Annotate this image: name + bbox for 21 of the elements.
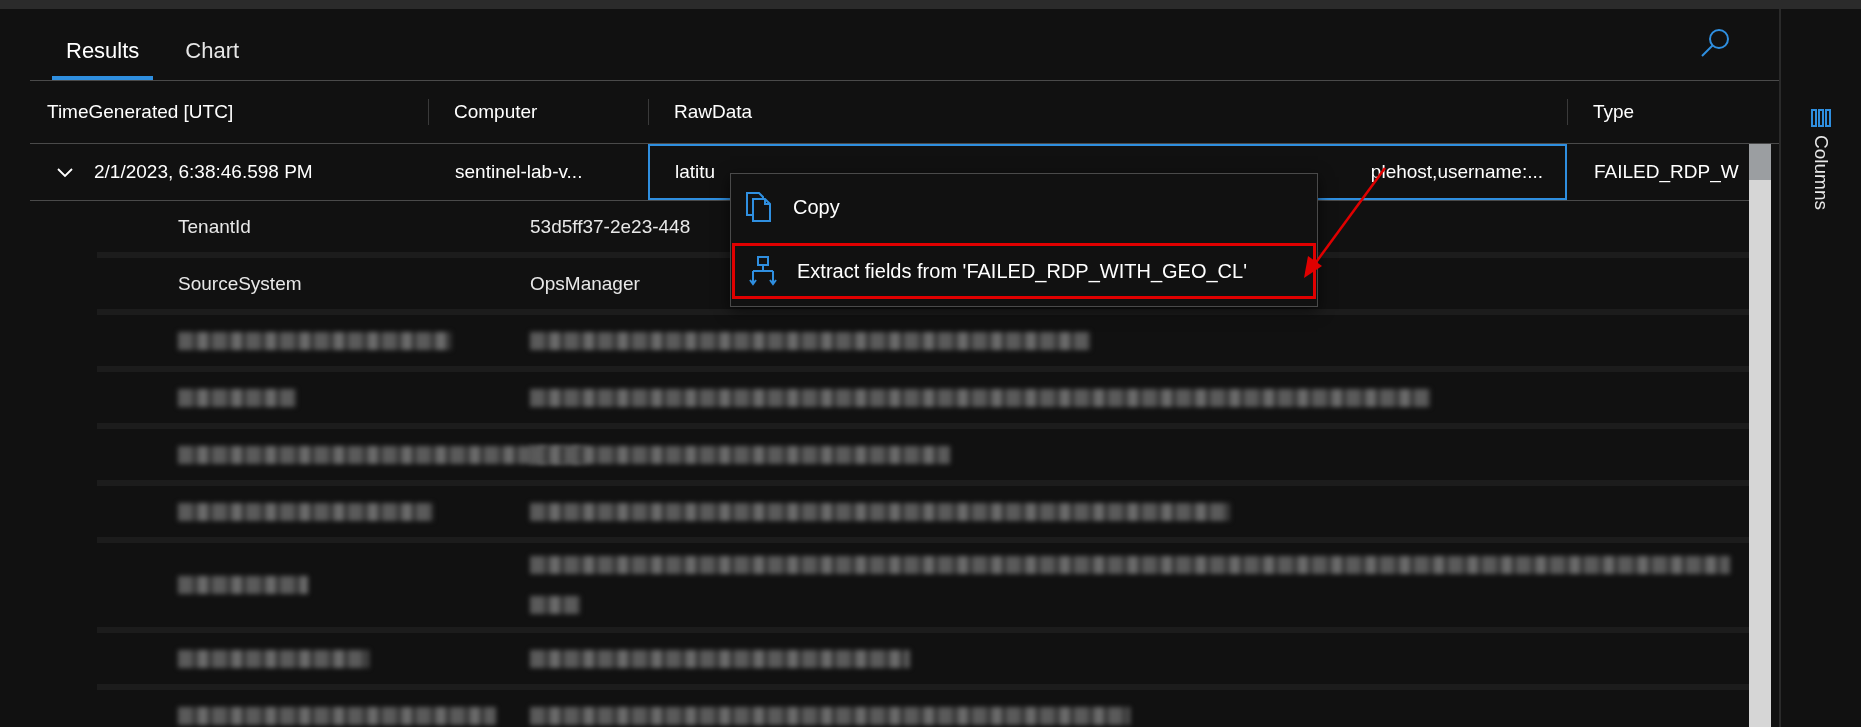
table-cell-text: FAILED_RDP_W: [1593, 160, 1740, 185]
scrollbar[interactable]: [1749, 144, 1771, 727]
blurred-text: [530, 596, 580, 614]
hierarchy-icon: [749, 256, 777, 286]
columns-label[interactable]: Columns: [1810, 135, 1832, 210]
table-cell-text: sentinel-lab-v...: [454, 160, 584, 184]
menu-item[interactable]: Extract fields from 'FAILED_RDP_WITH_GEO_CL': [735, 246, 1313, 296]
column-header[interactable]: RawData: [648, 99, 1567, 125]
tab[interactable]: Chart: [171, 38, 254, 80]
column-header[interactable]: Type: [1567, 99, 1772, 125]
columns-icon[interactable]: [1811, 109, 1831, 127]
tab[interactable]: Results: [52, 38, 154, 80]
field-name: SourceSystem: [178, 272, 302, 295]
search-icon[interactable]: [1699, 27, 1731, 59]
table-cell-text: 2/1/2023, 6:38:46.598 PM: [93, 160, 314, 184]
copy-icon: [745, 191, 773, 223]
field-value: 53d5ff37-2e23-448: [530, 215, 691, 238]
field-value: OpsManager: [530, 272, 640, 295]
column-header[interactable]: TimeGenerated [UTC]: [30, 99, 428, 125]
field-name: TenantId: [178, 215, 251, 238]
column-header[interactable]: Computer: [428, 99, 648, 125]
